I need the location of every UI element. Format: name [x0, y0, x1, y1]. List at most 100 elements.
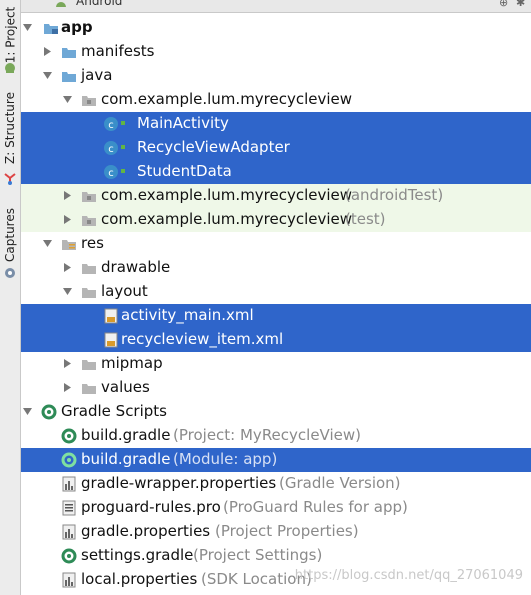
collapsed-arrow-icon[interactable] — [43, 47, 52, 56]
gradle-icon — [41, 404, 57, 420]
expanded-arrow-icon[interactable] — [43, 71, 52, 80]
tree-item-package-androidtest[interactable]: com.example.lum.myrecycleview (androidTe… — [21, 184, 531, 208]
package-icon — [82, 192, 96, 202]
tree-item-label: layout — [101, 282, 148, 300]
tree-item-label: com.example.lum.myrecycleview — [101, 90, 353, 108]
captures-tab-label: Captures — [3, 208, 17, 262]
captures-tab[interactable]: Captures — [0, 200, 20, 270]
expanded-arrow-icon[interactable] — [23, 407, 32, 416]
folder-icon — [62, 72, 76, 82]
svg-text:c: c — [108, 144, 114, 155]
tree-item-label: java — [81, 66, 113, 84]
tree-item-label: mipmap — [101, 354, 163, 372]
tree-item-label: app — [61, 18, 93, 36]
android-head-icon — [56, 2, 66, 7]
access-modifier-icon — [121, 145, 125, 149]
folder-icon — [82, 360, 96, 370]
tree-item-drawable[interactable]: drawable — [21, 256, 531, 280]
gradle-icon — [61, 548, 77, 564]
tree-item-app[interactable]: app — [21, 16, 531, 40]
collapsed-arrow-icon[interactable] — [63, 215, 72, 224]
svg-text:c: c — [108, 168, 114, 179]
tree-item-values[interactable]: values — [21, 376, 531, 400]
tree-item-hint: (androidTest) — [345, 186, 444, 204]
expanded-arrow-icon[interactable] — [23, 23, 32, 32]
resource-folder-icon — [62, 240, 76, 250]
tree-item-activity-main-xml[interactable]: activity_main.xml — [21, 304, 531, 328]
class-icon: c — [104, 117, 118, 131]
tree-item-hint: (Project Settings) — [193, 546, 323, 564]
tree-item-label: build.gradle — [81, 426, 171, 444]
tree-item-studentdata[interactable]: c StudentData — [21, 160, 531, 184]
class-icon: c — [104, 165, 118, 179]
tree-item-label: com.example.lum.myrecycleview — [101, 210, 353, 228]
android-icon — [5, 63, 15, 73]
folder-icon — [62, 48, 76, 58]
properties-file-icon — [62, 572, 76, 588]
tree-item-manifests[interactable]: manifests — [21, 40, 531, 64]
collapsed-arrow-icon[interactable] — [63, 383, 72, 392]
tree-item-recycleviewadapter[interactable]: c RecycleViewAdapter — [21, 136, 531, 160]
tree-item-label: settings.gradle — [81, 546, 194, 564]
layout-file-icon — [104, 332, 118, 348]
tree-item-label: Gradle Scripts — [61, 402, 167, 420]
structure-tab-label: Z: Structure — [3, 92, 17, 164]
expanded-arrow-icon[interactable] — [63, 95, 72, 104]
collapsed-arrow-icon[interactable] — [63, 359, 72, 368]
tree-item-hint: (Gradle Version) — [279, 474, 401, 492]
layout-file-icon — [104, 308, 118, 324]
project-tree[interactable]: app manifests java com.example.lum.myrec… — [21, 14, 531, 595]
tree-item-res[interactable]: res — [21, 232, 531, 256]
tree-item-gradle-scripts[interactable]: Gradle Scripts — [21, 400, 531, 424]
tree-item-build-gradle-project[interactable]: build.gradle (Project: MyRecycleView) — [21, 424, 531, 448]
tree-item-label: build.gradle — [81, 450, 171, 468]
class-icon: c — [104, 141, 118, 155]
tree-item-mainactivity[interactable]: c MainActivity — [21, 112, 531, 136]
folder-icon — [82, 384, 96, 394]
collapsed-arrow-icon[interactable] — [63, 263, 72, 272]
tree-item-recycleview-item-xml[interactable]: recycleview_item.xml — [21, 328, 531, 352]
tree-item-proguard-rules[interactable]: proguard-rules.pro (ProGuard Rules for a… — [21, 496, 531, 520]
access-modifier-icon — [121, 121, 125, 125]
tree-item-gradle-properties[interactable]: gradle.properties (Project Properties) — [21, 520, 531, 544]
project-view-header: Android ⊕ ✱ — [21, 0, 531, 13]
sync-icon[interactable]: ⊕ — [499, 0, 508, 9]
collapsed-arrow-icon[interactable] — [63, 191, 72, 200]
tree-item-label: activity_main.xml — [121, 306, 254, 324]
tree-item-hint: (ProGuard Rules for app) — [223, 498, 408, 516]
tree-item-package-test[interactable]: com.example.lum.myrecycleview (test) — [21, 208, 531, 232]
properties-file-icon — [62, 476, 76, 492]
view-selector[interactable]: Android — [76, 0, 122, 8]
tree-item-package[interactable]: com.example.lum.myrecycleview — [21, 88, 531, 112]
tree-item-layout[interactable]: layout — [21, 280, 531, 304]
package-icon — [82, 216, 96, 226]
expanded-arrow-icon[interactable] — [43, 239, 52, 248]
settings-icon[interactable]: ✱ — [516, 0, 525, 9]
structure-tab[interactable]: Z: Structure — [0, 88, 20, 168]
tree-item-settings-gradle[interactable]: settings.gradle (Project Settings) — [21, 544, 531, 568]
svg-text:c: c — [108, 120, 114, 131]
tree-item-label: values — [101, 378, 150, 396]
gradle-icon — [61, 452, 77, 468]
tree-item-gradle-wrapper-properties[interactable]: gradle-wrapper.properties (Gradle Versio… — [21, 472, 531, 496]
tree-item-hint: (Project: MyRecycleView) — [173, 426, 362, 444]
tree-item-label: StudentData — [137, 162, 232, 180]
folder-icon — [82, 288, 96, 298]
tree-item-label: res — [81, 234, 104, 252]
tree-item-label: drawable — [101, 258, 171, 276]
tree-item-mipmap[interactable]: mipmap — [21, 352, 531, 376]
structure-icon — [4, 173, 16, 185]
tree-item-hint: (test) — [345, 210, 386, 228]
tree-item-label: RecycleViewAdapter — [137, 138, 290, 156]
tool-window-stripe: 1: Project Z: Structure Captures — [0, 0, 21, 595]
gradle-icon — [61, 428, 77, 444]
tree-item-label: recycleview_item.xml — [121, 330, 284, 348]
project-tab-label: 1: Project — [3, 6, 17, 64]
tree-item-build-gradle-module[interactable]: build.gradle (Module: app) — [21, 448, 531, 472]
tree-item-java[interactable]: java — [21, 64, 531, 88]
expanded-arrow-icon[interactable] — [63, 287, 72, 296]
tree-item-label: com.example.lum.myrecycleview — [101, 186, 353, 204]
tree-item-label: gradle.properties — [81, 522, 211, 540]
tree-item-hint: (Project Properties) — [215, 522, 359, 540]
access-modifier-icon — [121, 169, 125, 173]
